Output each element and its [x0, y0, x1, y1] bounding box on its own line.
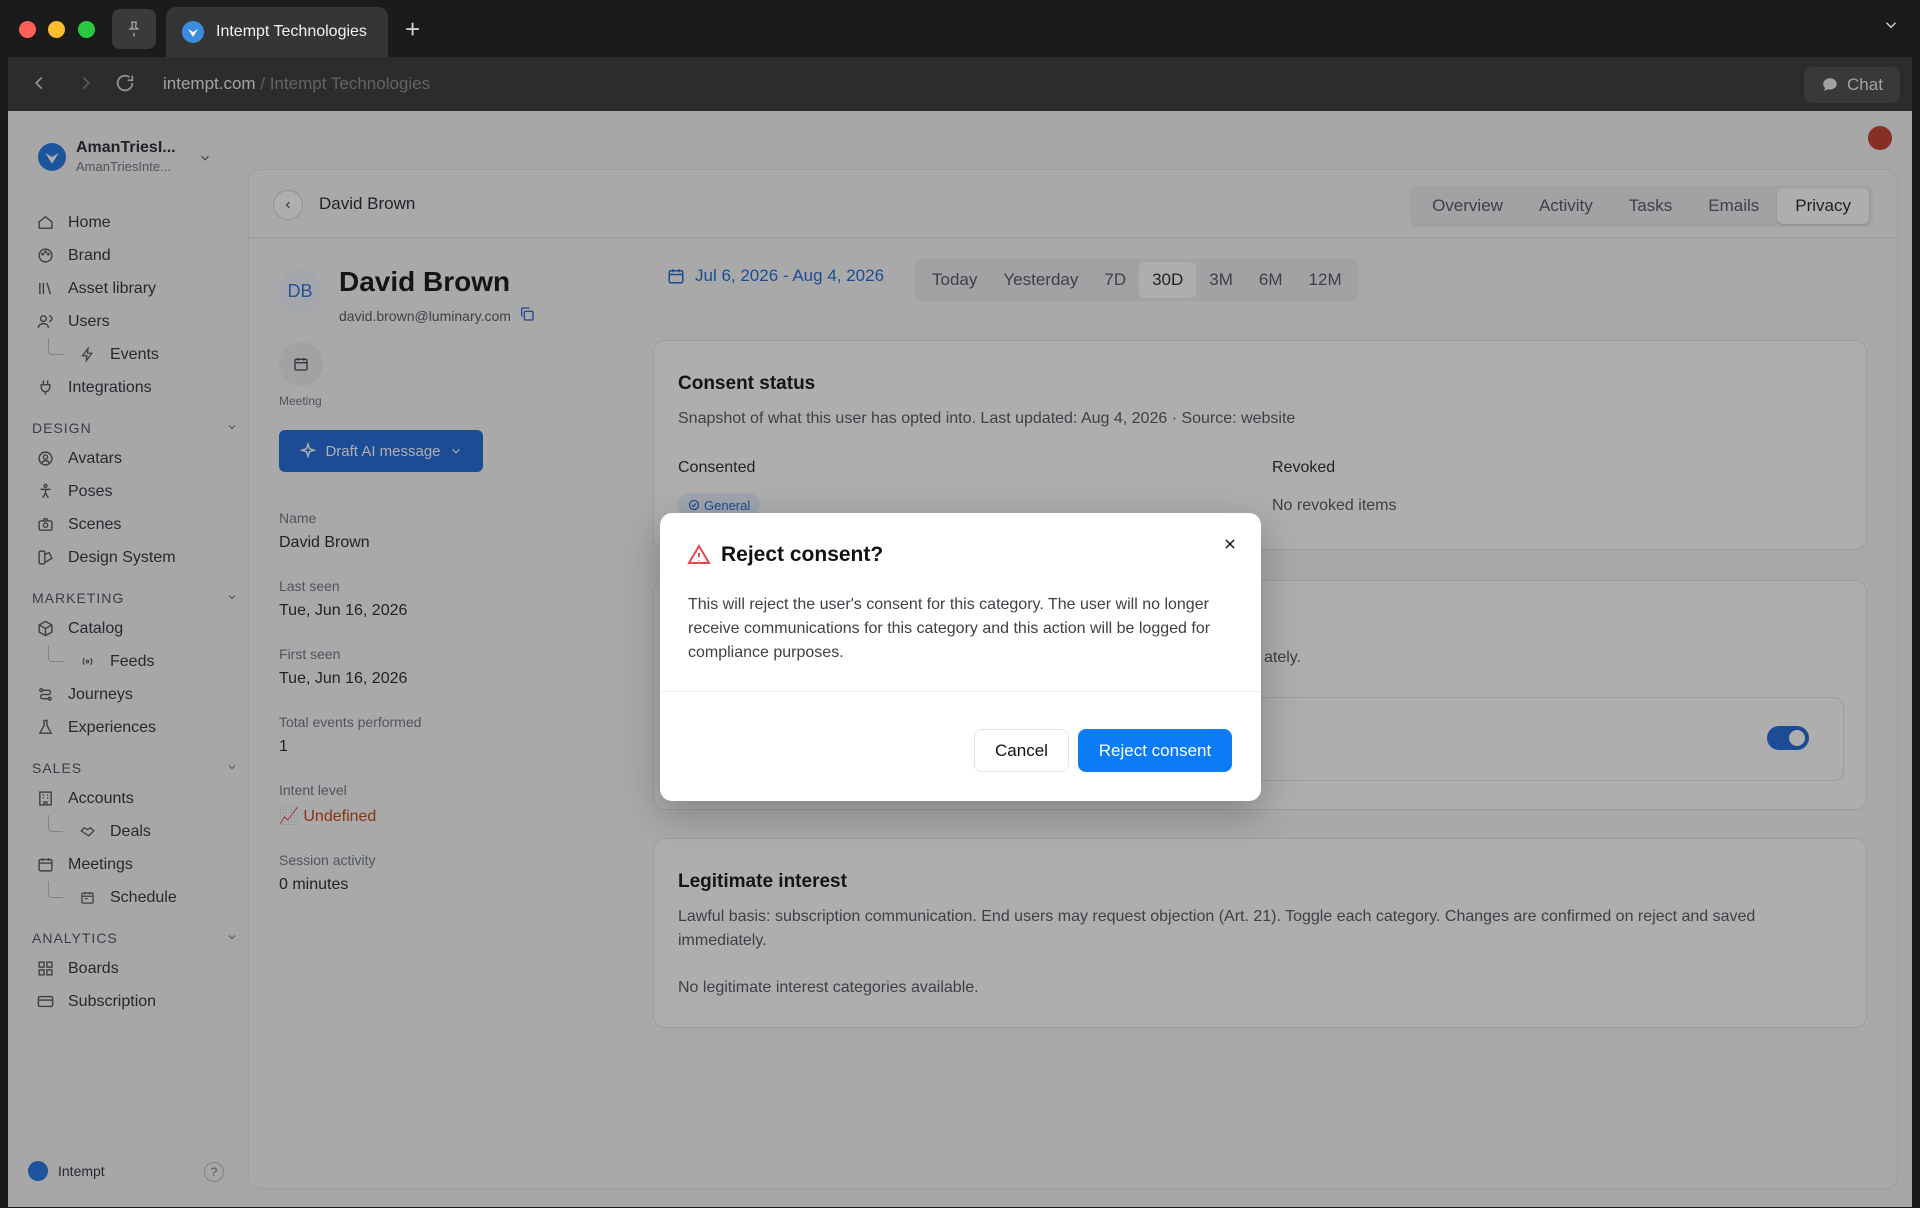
cancel-button[interactable]: Cancel: [974, 729, 1069, 772]
tab-title: Intempt Technologies: [216, 23, 367, 40]
new-tab-button[interactable]: +: [405, 15, 420, 43]
pin-icon[interactable]: [112, 9, 156, 49]
dialog-title: Reject consent?: [721, 543, 884, 566]
window-maximize-button[interactable]: [78, 21, 95, 38]
window-close-button[interactable]: [19, 21, 36, 38]
dialog-header: Reject consent?: [687, 543, 883, 567]
dialog-divider: [660, 691, 1261, 692]
warning-icon: [687, 544, 711, 564]
intempt-favicon-icon: [182, 21, 204, 43]
reject-consent-dialog: Reject consent? This will reject the use…: [660, 513, 1261, 801]
reject-consent-button[interactable]: Reject consent: [1078, 729, 1232, 772]
window-minimize-button[interactable]: [48, 21, 65, 38]
chevron-down-icon[interactable]: [1882, 16, 1900, 39]
close-icon[interactable]: [1219, 533, 1241, 555]
browser-tab[interactable]: Intempt Technologies: [166, 7, 388, 57]
dialog-body: This will reject the user's consent for …: [688, 596, 1211, 661]
browser-titlebar: Intempt Technologies +: [0, 0, 1920, 57]
